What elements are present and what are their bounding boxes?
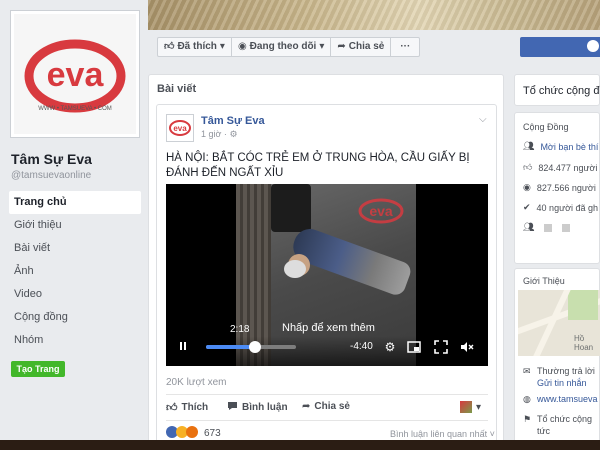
friend-avatar bbox=[562, 223, 571, 232]
video-remaining-time: -4:40 bbox=[350, 341, 373, 352]
comment-button[interactable]: Bình luận bbox=[227, 401, 288, 414]
post-author-name[interactable]: Tâm Sự Eva bbox=[201, 115, 265, 127]
nav-item-photos[interactable]: Ảnh bbox=[9, 260, 141, 283]
pause-icon[interactable] bbox=[178, 341, 188, 351]
about-row-category[interactable]: ⚑ Tổ chức cộng tức bbox=[523, 414, 592, 436]
eva-logo: eva WWW • TAMSUEVA • COM bbox=[24, 39, 126, 113]
svg-text:eva: eva bbox=[47, 56, 105, 94]
settings-gear-icon[interactable]: ⚙ bbox=[383, 340, 397, 354]
about-row-website[interactable]: ◍ www.tamsueva bbox=[523, 394, 598, 404]
svg-text:eva: eva bbox=[369, 203, 393, 219]
friends-icon: 👥︎ bbox=[523, 222, 535, 232]
pip-icon[interactable] bbox=[407, 340, 421, 354]
page-name[interactable]: Tâm Sự Eva bbox=[11, 151, 92, 167]
angry-reaction-icon bbox=[186, 426, 198, 438]
nav-item-community[interactable]: Cộng đồng bbox=[9, 306, 141, 329]
community-row-checkins: ✔ 40 người đã gh bbox=[523, 202, 599, 213]
globe-icon: ◍ bbox=[523, 394, 531, 404]
click-to-see-more-hint[interactable]: Nhấp để xem thêm bbox=[282, 322, 375, 334]
more-button[interactable]: ··· bbox=[391, 38, 419, 56]
rss-icon: ◉ bbox=[237, 41, 247, 52]
following-button[interactable]: ◉ Đang theo dõi ▾ bbox=[232, 38, 332, 56]
comment-sort-dropdown[interactable]: Bình luận liên quan nhất ˅ bbox=[390, 429, 495, 439]
likes-icon: 👍︎ bbox=[523, 162, 533, 172]
chat-icon: ✉︎ bbox=[523, 366, 531, 376]
reaction-count[interactable]: 673 bbox=[204, 428, 221, 439]
send-message-button[interactable] bbox=[520, 37, 600, 57]
page-handle[interactable]: @tamsuevaonline bbox=[11, 170, 91, 181]
mute-icon[interactable] bbox=[460, 340, 474, 354]
profile-picture[interactable]: eva WWW • TAMSUEVA • COM bbox=[10, 10, 140, 138]
friend-avatar bbox=[544, 223, 553, 232]
share-arrow-icon: ➦ bbox=[337, 41, 346, 52]
thumbs-up-icon: 👍︎ bbox=[164, 41, 175, 52]
follow-icon: ◉ bbox=[523, 182, 531, 192]
liked-button[interactable]: 👍︎ Đã thích ▾ bbox=[158, 38, 232, 56]
scrub-time-tooltip: 2:18 bbox=[230, 324, 250, 335]
flag-icon: ⚑ bbox=[523, 414, 532, 424]
post-timestamp[interactable]: 1 giờ · ⚙︎ bbox=[201, 129, 238, 140]
view-count: 20K lượt xem bbox=[166, 377, 227, 388]
svg-text:WWW • TAMSUEVA • COM: WWW • TAMSUEVA • COM bbox=[38, 106, 112, 112]
video-player[interactable]: eva 2:18 Nhấp để xem thêm -4:40 ⚙ bbox=[166, 184, 488, 366]
post-text: HÀ NỘI: BẮT CÓC TRẺ EM Ở TRUNG HÒA, CẦU … bbox=[166, 152, 470, 179]
nav-item-posts[interactable]: Bài viết bbox=[9, 237, 141, 260]
location-map[interactable]: Hồ Hoan bbox=[518, 290, 600, 356]
nav-item-about[interactable]: Giới thiệu bbox=[9, 214, 141, 237]
community-row-likes: 👍︎ 824.477 người bbox=[523, 162, 598, 173]
nav-item-videos[interactable]: Video bbox=[9, 283, 141, 306]
create-page-button[interactable]: Tạo Trang bbox=[11, 361, 65, 377]
globe-icon: ⚙︎ bbox=[229, 129, 238, 139]
posts-heading: Bài viết bbox=[157, 83, 197, 95]
community-title: Cộng Đồng bbox=[523, 122, 569, 132]
page-avatar-icon bbox=[460, 401, 472, 413]
nav-item-home[interactable]: Trang chủ bbox=[9, 191, 141, 214]
community-row-invite[interactable]: 👥︎ Mời bạn bè thí bbox=[523, 141, 598, 152]
comment-icon bbox=[227, 401, 238, 414]
cover-photo bbox=[148, 0, 600, 30]
community-org-title[interactable]: Tổ chức cộng đồ bbox=[523, 85, 600, 97]
share-button[interactable]: ➦ Chia sẻ bbox=[302, 401, 350, 412]
chevron-down-icon: ▾ bbox=[319, 41, 325, 52]
map-label: Hồ Hoan bbox=[574, 334, 594, 352]
video-watermark: eva bbox=[358, 198, 404, 224]
post-options-chevron-icon[interactable]: ⌵ bbox=[479, 114, 487, 125]
like-button[interactable]: 👍︎ Thích bbox=[166, 401, 208, 414]
post-as-selector[interactable]: ▾ bbox=[460, 401, 481, 413]
share-page-button[interactable]: ➦ Chia sẻ bbox=[331, 38, 392, 56]
about-row-response[interactable]: ✉︎ Thường trả lời Gửi tin nhắn bbox=[523, 366, 595, 388]
page-action-bar: 👍︎ Đã thích ▾ ◉ Đang theo dõi ▾ ➦ Chia s… bbox=[157, 37, 421, 57]
share-arrow-icon: ➦ bbox=[302, 401, 311, 412]
reaction-icons[interactable] bbox=[166, 426, 198, 438]
page-nav: Trang chủ Giới thiệu Bài viết Ảnh Video … bbox=[9, 191, 141, 352]
video-scrubber-handle[interactable] bbox=[248, 341, 261, 353]
check-icon: ✔ bbox=[523, 202, 531, 212]
invite-icon: 👥︎ bbox=[523, 141, 535, 151]
svg-text:eva: eva bbox=[173, 124, 187, 133]
post-author-avatar[interactable]: eva bbox=[166, 114, 194, 142]
messenger-icon bbox=[587, 40, 599, 52]
chevron-down-icon: ▾ bbox=[219, 41, 225, 52]
fullscreen-icon[interactable] bbox=[434, 340, 448, 354]
community-row-follows: ◉ 827.566 người bbox=[523, 182, 596, 193]
chevron-down-icon: ▾ bbox=[476, 401, 482, 413]
taskbar-strip bbox=[0, 440, 600, 450]
thumbs-up-icon: 👍︎ bbox=[166, 402, 178, 414]
community-friends-row[interactable]: 👥︎ bbox=[523, 222, 571, 233]
about-title: Giới Thiệu bbox=[523, 276, 565, 286]
video-progress-fill bbox=[206, 345, 255, 349]
nav-item-groups[interactable]: Nhóm bbox=[9, 329, 141, 352]
eva-logo-small: eva bbox=[169, 120, 191, 136]
